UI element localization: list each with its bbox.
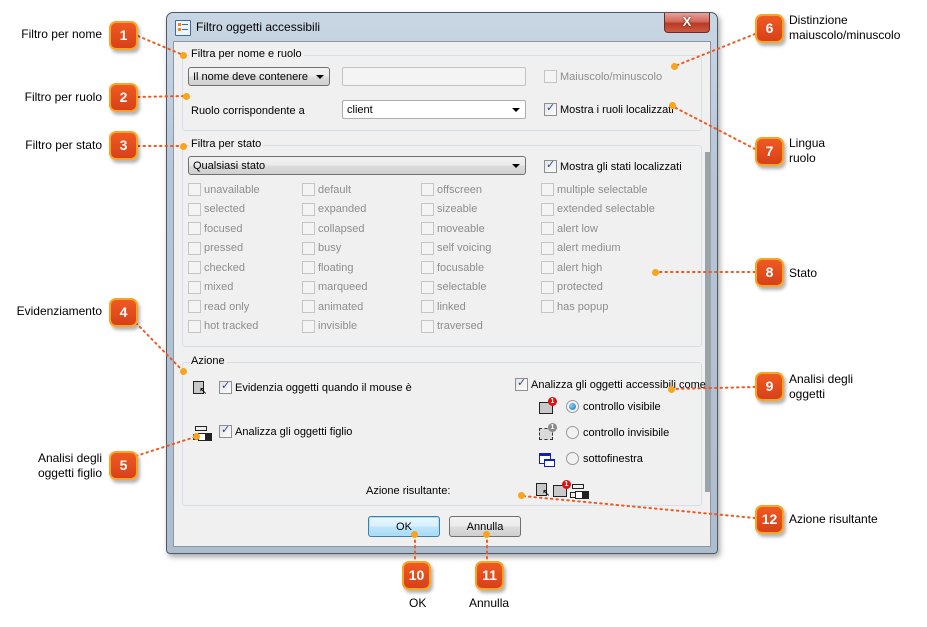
callout-badge-5: 5	[109, 451, 138, 480]
leader-6	[674, 33, 756, 67]
leader-7	[671, 105, 756, 150]
anchor-dot-9	[668, 386, 675, 393]
leader-2	[137, 95, 187, 98]
leader-4	[135, 322, 184, 372]
anchor-dot-5	[193, 433, 200, 440]
callout-badge-9: 9	[755, 372, 784, 401]
anchor-dot-1	[180, 52, 187, 59]
callout-label-5: Analisi degli oggetti figlio	[37, 451, 102, 480]
callout-badge-1: 1	[109, 21, 138, 50]
callout-label-1: Filtro per nome	[21, 27, 102, 41]
callout-label-7: Lingua ruolo	[789, 136, 826, 165]
anchor-dot-3	[180, 143, 187, 150]
callout-badge-4: 4	[109, 298, 138, 327]
anchor-dot-8	[652, 269, 659, 276]
anchor-dot-10	[411, 531, 418, 538]
callout-badge-6: 6	[755, 14, 784, 43]
anchor-dot-12	[518, 492, 525, 499]
callout-badge-8: 8	[755, 258, 784, 287]
callout-badge-11: 11	[475, 561, 504, 590]
callout-label-4: Evidenziamento	[16, 304, 102, 318]
callout-badge-7: 7	[755, 137, 784, 166]
callout-label-12: Azione risultante	[789, 512, 878, 526]
callout-label-11: Annulla	[469, 596, 510, 610]
callout-leader-lines	[135, 33, 756, 564]
callout-label-9: Analisi degli oggetti	[789, 372, 854, 401]
anchor-dot-7	[669, 102, 676, 109]
callout-label-6: Distinzione maiuscolo/minuscolo	[789, 13, 901, 42]
anchor-dot-11	[483, 531, 490, 538]
callout-badge-2: 2	[109, 83, 138, 112]
leader-9	[671, 386, 756, 390]
anchor-dot-6	[671, 63, 678, 70]
leader-5	[135, 436, 196, 457]
anchor-dot-2	[183, 93, 190, 100]
leader-12	[521, 495, 756, 519]
callout-label-2: Filtro per ruolo	[24, 90, 102, 104]
callout-label-10: OK	[409, 596, 427, 610]
callout-label-8: Stato	[789, 266, 818, 280]
anchor-dot-4	[180, 368, 187, 375]
callout-badge-12: 12	[755, 505, 784, 534]
callout-badge-3: 3	[109, 131, 138, 160]
leader-1	[137, 35, 184, 56]
callout-badge-10: 10	[402, 561, 431, 590]
callout-label-3: Filtro per stato	[25, 138, 102, 152]
